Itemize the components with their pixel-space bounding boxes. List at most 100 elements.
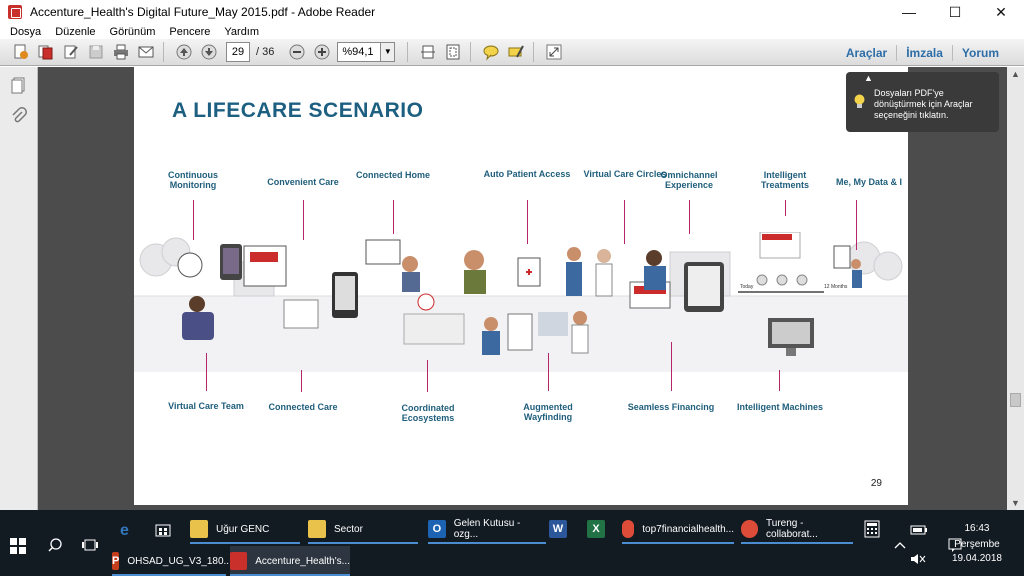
- chevron-up-icon[interactable]: [894, 540, 906, 550]
- taskbar-ohsad-pptx[interactable]: P OHSAD_UG_V3_180...: [112, 546, 232, 576]
- system-clock[interactable]: 16:43 Perşembe 19.04.2018: [952, 522, 1002, 566]
- edit-button[interactable]: [60, 42, 82, 62]
- next-page-button[interactable]: [198, 42, 220, 62]
- tools-tooltip: ▲ Dosyaları PDF'ye dönüştürmek için Araç…: [846, 72, 999, 132]
- timeline-months-label: 12 Months: [824, 284, 848, 290]
- scroll-down-icon[interactable]: ▼: [1011, 498, 1020, 508]
- comment-link[interactable]: Yorum: [953, 46, 1008, 60]
- page-number-input[interactable]: 29: [226, 42, 250, 62]
- intelligent-treatments-scene: Today 12 Months: [738, 232, 848, 293]
- chevron-down-icon: ▼: [383, 47, 392, 56]
- auto-patient-access-scene: [464, 250, 541, 294]
- close-button[interactable]: ✕: [978, 0, 1024, 24]
- taskbar-chrome-top7[interactable]: top7financialhealth...: [622, 514, 734, 544]
- taskbar-folder-sector[interactable]: Sector: [308, 514, 418, 544]
- edge-browser-icon[interactable]: e: [118, 520, 136, 538]
- pdf-page: A LIFECARE SCENARIO Today 12 Months Cont…: [134, 67, 908, 505]
- active-indicator: [622, 542, 734, 544]
- zoom-input[interactable]: %94,1: [337, 42, 382, 62]
- print-button[interactable]: [110, 42, 132, 62]
- menu-bar: Dosya Düzenle Görünüm Pencere Yardım: [0, 24, 1024, 39]
- stem: [427, 360, 428, 392]
- vertical-scrollbar[interactable]: ▲ ▼: [1007, 67, 1024, 510]
- taskbar-label: Tureng - collaborat...: [766, 518, 818, 540]
- stem: [779, 370, 780, 391]
- taskbar-chrome-tureng[interactable]: Tureng - collaborat...: [741, 514, 853, 544]
- windows-start-icon[interactable]: [10, 538, 26, 554]
- paperclip-icon[interactable]: [9, 106, 29, 126]
- caret-up-icon[interactable]: ▲: [864, 73, 873, 84]
- clock-date: 19.04.2018: [951, 553, 1002, 564]
- edit-pen-icon: [64, 45, 78, 59]
- tools-link[interactable]: Araçlar: [837, 46, 896, 60]
- speech-bubble-icon: [483, 45, 499, 61]
- battery-icon[interactable]: [910, 524, 928, 536]
- zoom-dropdown[interactable]: ▼: [381, 42, 396, 62]
- menu-view[interactable]: Görünüm: [110, 26, 156, 38]
- folder-icon: [190, 520, 208, 538]
- combine-files-icon: [38, 45, 53, 60]
- page-thumbnails-icon[interactable]: [9, 75, 29, 95]
- minimize-button[interactable]: —: [886, 0, 932, 24]
- label-continuous-monitoring: Continuous Monitoring: [168, 170, 218, 190]
- menu-window[interactable]: Pencere: [169, 26, 210, 38]
- highlight-button[interactable]: [505, 42, 527, 62]
- combine-button[interactable]: [35, 42, 57, 62]
- label-seamless-financing: Seamless Financing: [627, 402, 715, 412]
- save-button[interactable]: [85, 42, 107, 62]
- label-auto-patient-access: Auto Patient Access: [483, 169, 571, 179]
- stem: [856, 200, 857, 250]
- create-pdf-icon: [14, 44, 28, 59]
- minus-icon: [289, 44, 305, 60]
- taskbar-label: top7financialhealth...: [642, 523, 734, 535]
- email-icon: [138, 46, 154, 58]
- comment-button[interactable]: [480, 42, 502, 62]
- right-panel-links: Araçlar İmzala Yorum: [837, 39, 1008, 66]
- scroll-thumb[interactable]: [1010, 393, 1021, 407]
- page-title: A LIFECARE SCENARIO: [172, 99, 424, 122]
- stem: [548, 353, 549, 391]
- fit-width-button[interactable]: [417, 42, 439, 62]
- taskbar-outlook[interactable]: O Gelen Kutusu - ozg...: [428, 514, 546, 544]
- menu-edit[interactable]: Düzenle: [55, 26, 95, 38]
- expand-button[interactable]: [543, 42, 565, 62]
- stem: [303, 200, 304, 240]
- expand-arrows-icon: [546, 44, 562, 60]
- taskbar-label: Uğur GENC: [216, 523, 270, 535]
- stem: [671, 342, 672, 391]
- speaker-muted-icon[interactable]: [910, 552, 926, 566]
- taskbar-folder-ugur[interactable]: Uğur GENC: [190, 514, 300, 544]
- toolbar: 29 / 36 %94,1 ▼ Araçlar İmzala Yorum: [0, 39, 1024, 66]
- label-virtual-care-team: Virtual Care Team: [168, 401, 244, 411]
- menu-file[interactable]: Dosya: [10, 26, 41, 38]
- store-icon[interactable]: [154, 520, 172, 538]
- zoom-in-button[interactable]: [311, 42, 333, 62]
- scroll-up-icon[interactable]: ▲: [1011, 69, 1020, 79]
- page-total: / 36: [256, 46, 275, 58]
- search-icon[interactable]: [48, 538, 62, 552]
- email-button[interactable]: [135, 42, 157, 62]
- previous-page-button[interactable]: [173, 42, 195, 62]
- calculator-icon[interactable]: [864, 520, 880, 538]
- menu-help[interactable]: Yardım: [224, 26, 259, 38]
- create-pdf-button[interactable]: [10, 42, 32, 62]
- active-indicator: [308, 542, 418, 544]
- fit-page-button[interactable]: [442, 42, 464, 62]
- taskbar-word[interactable]: W: [549, 514, 577, 544]
- tooltip-text: Dosyaları PDF'ye dönüştürmek için Araçla…: [874, 88, 973, 120]
- stem: [624, 200, 625, 244]
- maximize-button[interactable]: ☐: [932, 0, 978, 24]
- taskbar-excel[interactable]: X: [587, 514, 615, 544]
- timeline-today-label: Today: [740, 284, 754, 290]
- sign-link[interactable]: İmzala: [897, 46, 952, 60]
- zoom-out-button[interactable]: [286, 42, 308, 62]
- adobe-reader-icon: [230, 552, 248, 570]
- stem: [785, 200, 786, 216]
- label-augmented-wayfinding: Augmented Wayfinding: [523, 402, 573, 422]
- lifecare-illustration: Today 12 Months: [134, 232, 908, 372]
- label-coordinated-ecosystems: Coordinated Ecosystems: [401, 403, 455, 423]
- taskbar-adobe-reader[interactable]: Accenture_Health's...: [230, 546, 350, 576]
- taskbar: e Uğur GENC Sector O Gelen Kutusu - ozg.…: [0, 510, 1024, 576]
- task-view-icon[interactable]: [82, 539, 98, 551]
- fit-page-icon: [446, 44, 460, 60]
